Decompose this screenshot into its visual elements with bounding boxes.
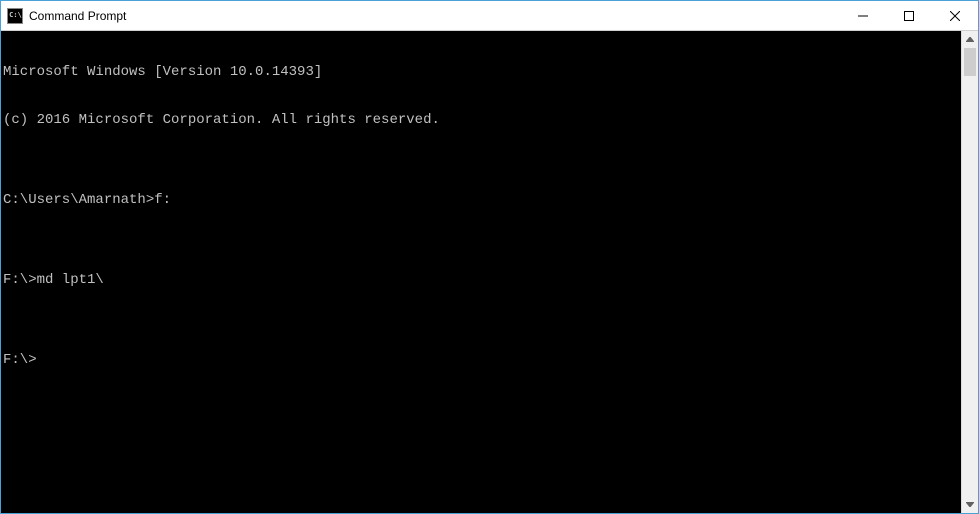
- window-title: Command Prompt: [29, 9, 126, 23]
- vertical-scrollbar[interactable]: [961, 31, 978, 513]
- minimize-icon: [858, 11, 868, 21]
- scrollbar-track[interactable]: [962, 48, 978, 496]
- scroll-up-button[interactable]: [962, 31, 978, 48]
- close-icon: [950, 11, 960, 21]
- terminal-line: (c) 2016 Microsoft Corporation. All righ…: [3, 112, 959, 128]
- content-area: Microsoft Windows [Version 10.0.14393] (…: [1, 31, 978, 513]
- maximize-button[interactable]: [886, 1, 932, 30]
- app-icon: C:\: [7, 8, 23, 24]
- terminal-line: F:\>md lpt1\: [3, 272, 959, 288]
- titlebar[interactable]: C:\ Command Prompt: [1, 1, 978, 31]
- chevron-down-icon: [966, 502, 974, 507]
- minimize-button[interactable]: [840, 1, 886, 30]
- scroll-down-button[interactable]: [962, 496, 978, 513]
- maximize-icon: [904, 11, 914, 21]
- terminal-output[interactable]: Microsoft Windows [Version 10.0.14393] (…: [1, 31, 961, 513]
- chevron-up-icon: [966, 37, 974, 42]
- terminal-line: F:\>: [3, 352, 959, 368]
- terminal-line: C:\Users\Amarnath>f:: [3, 192, 959, 208]
- scrollbar-thumb[interactable]: [964, 48, 976, 76]
- command-prompt-window: C:\ Command Prompt Microsoft Windows [Ve…: [0, 0, 979, 514]
- close-button[interactable]: [932, 1, 978, 30]
- window-controls: [840, 1, 978, 30]
- terminal-line: Microsoft Windows [Version 10.0.14393]: [3, 64, 959, 80]
